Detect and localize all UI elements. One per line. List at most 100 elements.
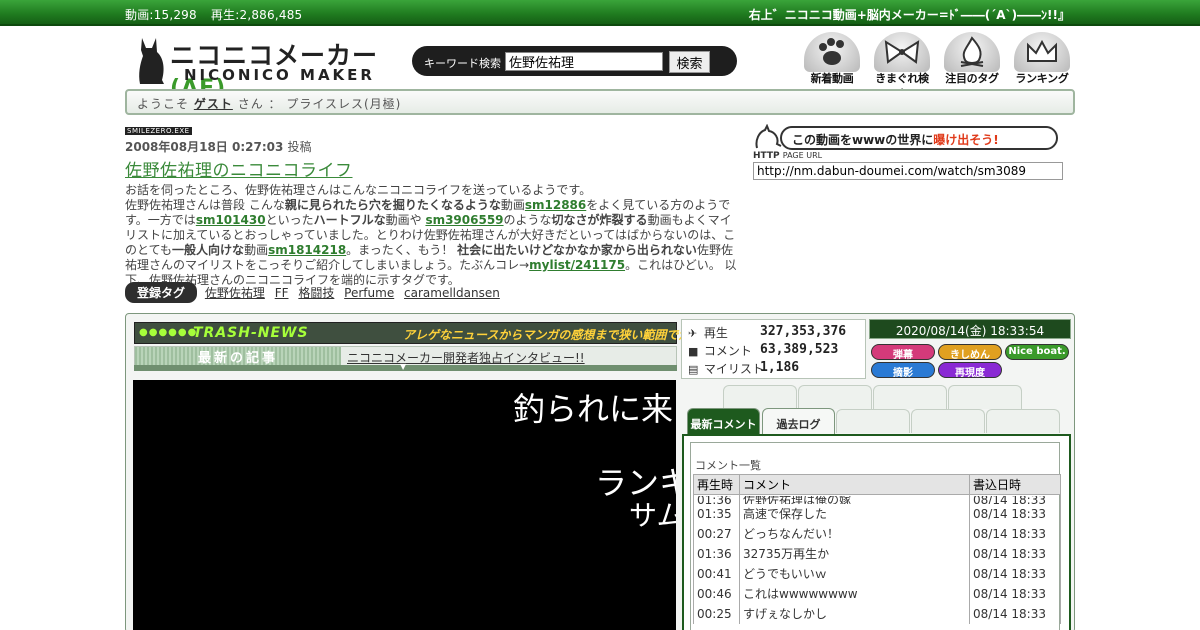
comment-time: 00:46: [693, 583, 740, 604]
comment-text: これはwwwwwwww: [739, 583, 970, 604]
video-link-sm3906559[interactable]: sm3906559: [425, 213, 503, 227]
trash-news-bar: ●●●●●● TRASH-NEWS アレゲなニュースからマンガの感想まで狭い範囲…: [134, 322, 720, 344]
dots-decoration: ●●●●●●: [139, 327, 198, 338]
video-count: 動画:15,298: [125, 8, 197, 22]
tab-latest-comments[interactable]: 最新コメント: [687, 408, 760, 434]
tag-link[interactable]: 佐野佐祐理: [205, 286, 265, 300]
site-stats: 動画:15,298 再生:2,886,485: [125, 6, 312, 23]
video-stats: ✈ 再生 327,353,376 ■ コメント 63,389,523 ▤ マイリ…: [681, 319, 866, 379]
username-link[interactable]: ゲスト: [194, 97, 233, 111]
latest-article-label: 最新の記事: [135, 347, 341, 366]
tag-link[interactable]: 格闘技: [298, 286, 334, 300]
comment-text: どうでもいいｗ: [739, 563, 970, 584]
comment-date: 08/14 18:33: [969, 503, 1061, 524]
welcome-suffix: さん ： プライスレス(月極): [237, 97, 402, 111]
mylist-link[interactable]: mylist/241175: [529, 258, 625, 272]
table-row[interactable]: 00:27 どっちなんだい！ 08/14 18:33: [693, 523, 1061, 544]
top-bar: 動画:15,298 再生:2,886,485 右上゛ニコニコ動画+脳内メーカー=…: [0, 0, 1200, 26]
decorative-tab: [873, 385, 947, 409]
video-player[interactable]: 釣られに来 ランキ サム: [133, 380, 676, 630]
flame-icon: [944, 32, 1000, 72]
table-row[interactable]: 01:35 高速で保存した 08/14 18:33: [693, 503, 1061, 524]
comment-icon: ■: [688, 345, 699, 358]
nav-ranking[interactable]: ランキング: [1010, 32, 1074, 85]
tag-link[interactable]: caramelldansen: [404, 286, 500, 300]
url-box: HTTP PAGE URL: [753, 151, 1063, 180]
share-bubble: この動画をwwwの世界に曝け出そう!: [780, 126, 1058, 150]
comment-time: 00:41: [693, 563, 740, 584]
stat-comment: ■ コメント 63,389,523: [688, 342, 839, 358]
bow-icon: [874, 32, 930, 72]
search-box: キーワード検索 検索: [412, 46, 737, 76]
mylist-icon: ▤: [688, 363, 699, 376]
url-label: HTTP PAGE URL: [753, 151, 823, 161]
reproduction-button[interactable]: 再現度: [938, 362, 1002, 379]
nice-boat-button[interactable]: Nice boat.: [1005, 344, 1069, 360]
play-icon: ✈: [688, 327, 698, 340]
crown-icon: [1014, 32, 1070, 72]
comment-text: どっちなんだい！: [739, 523, 970, 544]
comment-list-frame: コメント一覧 再生時 コメント 書込日時 01:36 佐野佐祐理は俺の嫁 08/…: [690, 442, 1061, 630]
tab-past-logs[interactable]: 過去ログ: [762, 408, 835, 434]
video-link-sm12886[interactable]: sm12886: [525, 198, 586, 212]
video-title[interactable]: 佐野佐祐理のニコニコライフ: [125, 156, 740, 181]
video-link-sm101430[interactable]: sm101430: [196, 213, 266, 227]
nav-label: ランキング: [1015, 72, 1069, 85]
site-logo[interactable]: ニコニコメーカー (AF) NICONICO MAKER: [134, 34, 396, 101]
decorative-tab: [911, 409, 985, 433]
comment-time: 01:36: [693, 543, 740, 564]
video-info: SMILEZERO.EXE 2008年08月18日 0:27:03 投稿 佐野佐…: [125, 122, 740, 288]
decorative-tab: [948, 385, 1022, 409]
decorative-tab: [723, 385, 797, 409]
search-button[interactable]: 検索: [669, 51, 710, 73]
post-date: 2008年08月18日 0:27:03 投稿: [125, 140, 312, 154]
column-header[interactable]: 再生時: [693, 474, 740, 495]
trash-news-title: TRASH-NEWS: [193, 325, 309, 341]
table-row[interactable]: 00:25 すげぇなしかし 08/14 18:33: [693, 603, 1061, 624]
comment-overlay: サム: [629, 499, 676, 532]
tag-link[interactable]: Perfume: [344, 286, 394, 300]
logo-subtitle: NICONICO MAKER: [184, 66, 375, 84]
comment-date: 08/14 18:33: [969, 543, 1061, 564]
comment-date: 08/14 18:33: [969, 563, 1061, 584]
news-expander[interactable]: ▼: [134, 362, 677, 371]
comment-time: 00:27: [693, 523, 740, 544]
tag-link[interactable]: FF: [275, 286, 289, 300]
danmaku-button[interactable]: 弾幕: [871, 344, 935, 361]
table-row[interactable]: 00:46 これはwwwwwwww 08/14 18:33: [693, 583, 1061, 604]
satsuei-button[interactable]: 摘影: [871, 362, 935, 379]
cat-icon: [139, 38, 164, 84]
search-input[interactable]: [505, 52, 663, 71]
welcome-bar: ようこそ ゲスト さん ： プライスレス(月極): [125, 89, 1075, 115]
table-row[interactable]: 00:41 どうでもいいｗ 08/14 18:33: [693, 563, 1061, 584]
table-row[interactable]: 01:36 佐野佐祐理は俺の嫁 08/14 18:33: [693, 494, 1061, 504]
welcome-prefix: ようこそ: [137, 97, 190, 111]
comment-panel: コメント一覧 再生時 コメント 書込日時 01:36 佐野佐祐理は俺の嫁 08/…: [682, 434, 1071, 630]
video-description: お話を伺ったところ、佐野佐祐理さんはこんなニコニコライフを送っているようです。 …: [125, 183, 737, 287]
nav-random-search[interactable]: きまぐれ検索: [870, 32, 934, 101]
page-url-field[interactable]: [753, 162, 1063, 180]
stat-mylist: ▤ マイリスト 1,186: [688, 360, 800, 376]
comment-text: 高速で保存した: [739, 503, 970, 524]
table-row[interactable]: 01:36 32735万再生か 08/14 18:33: [693, 543, 1061, 564]
comment-list-label: コメント一覧: [695, 459, 761, 472]
kishimen-button[interactable]: きしめん: [938, 344, 1002, 361]
comment-text: すげぇなしかし: [739, 603, 970, 624]
video-link-sm1814218[interactable]: sm1814218: [268, 243, 346, 257]
stat-play: ✈ 再生 327,353,376: [688, 324, 847, 340]
site-slogan: 右上゛ニコニコ動画+脳内メーカー=ﾄﾞ――(´A`)――ﾝ!!』: [748, 8, 1070, 22]
nav-hot-tags[interactable]: 注目のタグ: [940, 32, 1004, 85]
registered-tags-label: 登録タグ: [125, 282, 198, 303]
tag-list: 登録タグ 佐野佐祐理 FF 格闘技 Perfume caramelldansen: [125, 282, 506, 303]
nav-label: 新着動画: [810, 72, 854, 85]
nav-new-videos[interactable]: 新着動画: [800, 32, 864, 85]
latest-article-link[interactable]: ニコニコメーカー開発者独占インタビュー!!: [347, 349, 585, 366]
column-header[interactable]: 書込日時: [969, 474, 1061, 495]
post-date-suffix: 投稿: [287, 140, 312, 154]
comment-overlay: 釣られに来: [513, 390, 674, 428]
player-panel: ●●●●●● TRASH-NEWS アレゲなニュースからマンガの感想まで狭い範囲…: [125, 313, 1075, 630]
mascot-icon: [755, 124, 782, 149]
column-header[interactable]: コメント: [739, 474, 970, 495]
comment-time: 01:35: [693, 503, 740, 524]
comment-text: 32735万再生か: [739, 543, 970, 564]
